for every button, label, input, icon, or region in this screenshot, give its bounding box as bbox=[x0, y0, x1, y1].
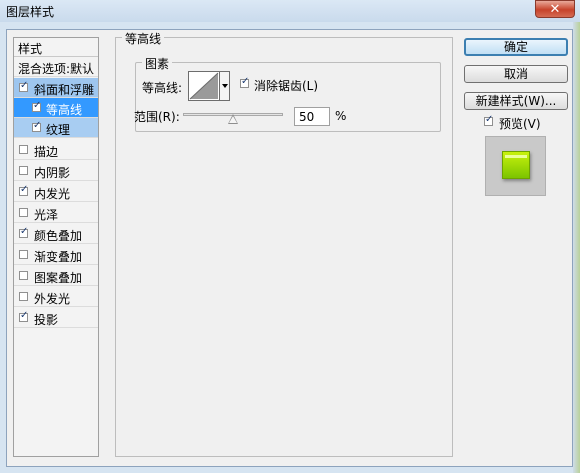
antialias-label: 消除锯齿(L) bbox=[254, 79, 319, 93]
checkbox-inner-shadow[interactable] bbox=[19, 166, 28, 175]
cancel-button[interactable]: 取消 bbox=[464, 65, 568, 83]
list-item-outer-glow[interactable]: 外发光 bbox=[14, 287, 98, 307]
pattern-overlay-label: 图案叠加 bbox=[34, 271, 83, 285]
color-overlay-label: 颜色叠加 bbox=[34, 229, 83, 243]
bevel-emboss-label: 斜面和浮雕 bbox=[34, 83, 95, 97]
list-item-contour[interactable]: 等高线 bbox=[14, 98, 98, 118]
styles-header-label: 样式 bbox=[18, 42, 43, 56]
checkbox-inner-glow[interactable] bbox=[19, 184, 28, 196]
range-value-input[interactable]: 50 bbox=[294, 107, 330, 126]
window-edge bbox=[573, 22, 580, 473]
stroke-label: 描边 bbox=[34, 145, 59, 159]
checkbox-stroke[interactable] bbox=[19, 145, 28, 154]
drop-shadow-label: 投影 bbox=[34, 313, 59, 327]
title-bar: 图层样式 ✕ bbox=[0, 0, 580, 22]
layer-style-dialog: 图层样式 ✕ 样式 混合选项:默认 斜面和浮雕 等高线 纹理 bbox=[0, 0, 580, 473]
antialias-checkbox[interactable] bbox=[240, 76, 249, 88]
contour-label: 等高线: bbox=[142, 81, 183, 95]
contour-picker[interactable] bbox=[188, 71, 220, 101]
preview-swatch bbox=[502, 151, 530, 179]
elements-group-title: 图素 bbox=[142, 55, 173, 72]
styles-list: 样式 混合选项:默认 斜面和浮雕 等高线 纹理 描边 bbox=[13, 37, 99, 457]
list-item-stroke[interactable]: 描边 bbox=[14, 140, 98, 160]
contour-curve-icon bbox=[189, 72, 219, 100]
checkbox-drop-shadow[interactable] bbox=[19, 310, 28, 322]
list-item-drop-shadow[interactable]: 投影 bbox=[14, 308, 98, 328]
inner-glow-label: 内发光 bbox=[34, 187, 71, 201]
dialog-body: 样式 混合选项:默认 斜面和浮雕 等高线 纹理 描边 bbox=[6, 29, 573, 467]
checkbox-outer-glow[interactable] bbox=[19, 292, 28, 301]
checkbox-color-overlay[interactable] bbox=[19, 226, 28, 238]
close-button[interactable]: ✕ bbox=[535, 0, 575, 18]
styles-header[interactable]: 样式 bbox=[14, 38, 98, 57]
list-item-satin[interactable]: 光泽 bbox=[14, 203, 98, 223]
list-item-inner-shadow[interactable]: 内阴影 bbox=[14, 161, 98, 181]
list-item-texture[interactable]: 纹理 bbox=[14, 118, 98, 138]
preview-label: 预览(V) bbox=[499, 117, 541, 131]
range-slider-thumb[interactable] bbox=[228, 114, 238, 124]
checkbox-texture[interactable] bbox=[32, 120, 41, 132]
list-item-inner-glow[interactable]: 内发光 bbox=[14, 182, 98, 202]
ok-button[interactable]: 确定 bbox=[464, 38, 568, 56]
list-item-color-overlay[interactable]: 颜色叠加 bbox=[14, 224, 98, 244]
new-style-button[interactable]: 新建样式(W)... bbox=[464, 92, 568, 110]
contour-group-title: 等高线 bbox=[122, 30, 165, 47]
window-title: 图层样式 bbox=[6, 5, 55, 19]
satin-label: 光泽 bbox=[34, 208, 59, 222]
checkbox-bevel-emboss[interactable] bbox=[19, 80, 28, 92]
preview-checkbox[interactable] bbox=[484, 114, 493, 126]
range-unit: % bbox=[335, 109, 347, 123]
style-preview bbox=[485, 136, 546, 196]
elements-group: 图素 等高线: 消除锯齿(L) 范围(R): 50 % bbox=[134, 55, 441, 132]
checkbox-pattern-overlay[interactable] bbox=[19, 271, 28, 280]
gradient-overlay-label: 渐变叠加 bbox=[34, 250, 83, 264]
contour-item-label: 等高线 bbox=[46, 103, 83, 117]
range-label: 范围(R): bbox=[134, 110, 180, 124]
blending-options-item[interactable]: 混合选项:默认 bbox=[14, 57, 98, 77]
checkbox-gradient-overlay[interactable] bbox=[19, 250, 28, 259]
list-item-pattern-overlay[interactable]: 图案叠加 bbox=[14, 266, 98, 286]
checkbox-satin[interactable] bbox=[19, 208, 28, 217]
contour-dropdown-button[interactable] bbox=[220, 71, 230, 101]
outer-glow-label: 外发光 bbox=[34, 292, 71, 306]
checkbox-contour[interactable] bbox=[32, 100, 41, 112]
blending-options-label: 混合选项:默认 bbox=[18, 62, 95, 76]
list-item-gradient-overlay[interactable]: 渐变叠加 bbox=[14, 245, 98, 265]
inner-shadow-label: 内阴影 bbox=[34, 166, 71, 180]
list-item-bevel-emboss[interactable]: 斜面和浮雕 bbox=[14, 78, 98, 98]
texture-label: 纹理 bbox=[46, 123, 71, 137]
contour-settings-panel: 等高线 图素 等高线: 消除锯齿(L) 范围(R): 50 % bbox=[115, 30, 453, 457]
